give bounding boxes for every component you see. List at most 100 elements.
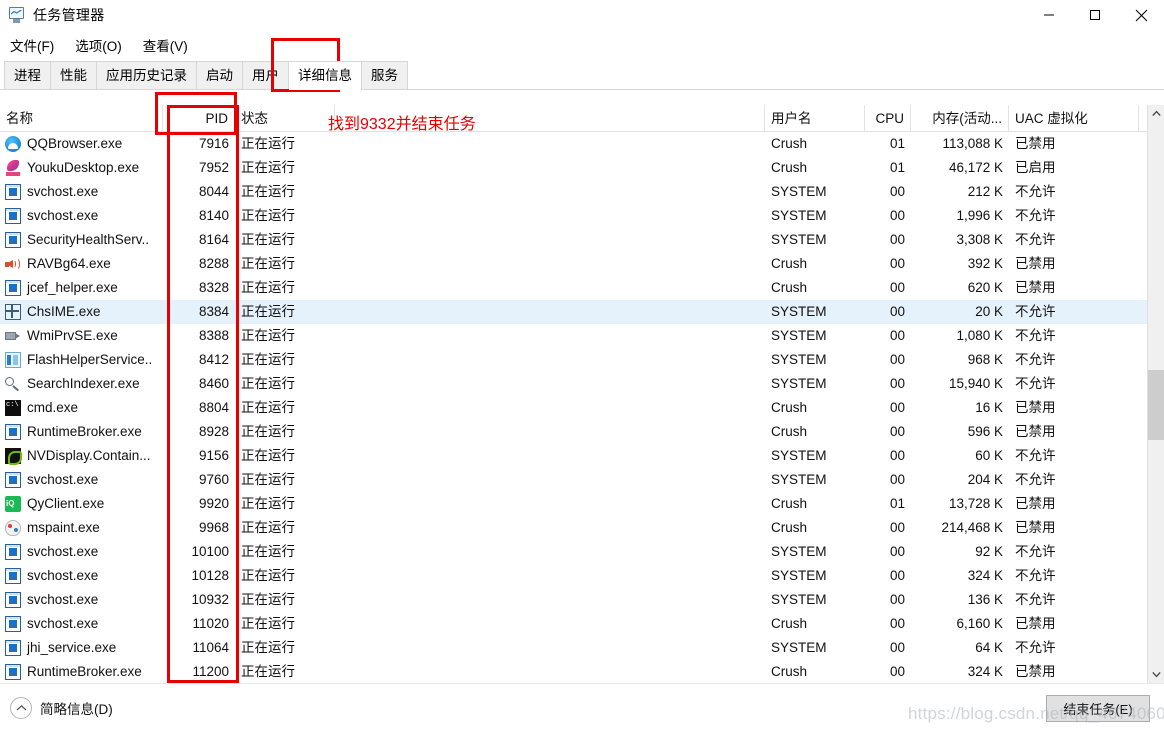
scroll-up-arrow[interactable]	[1148, 105, 1164, 122]
table-row[interactable]: ChsIME.exe 8384 正在运行 SYSTEM 00 20 K 不允许	[0, 300, 1164, 324]
table-row[interactable]: svchost.exe 8140 正在运行 SYSTEM 00 1,996 K 不允许	[0, 204, 1164, 228]
cell-cpu: 00	[889, 352, 905, 367]
column-header-memory[interactable]: 内存(活动...	[911, 105, 1009, 132]
cell-process-name: WmiPrvSE.exe	[0, 324, 163, 348]
cell-pid: 7916	[198, 136, 229, 151]
table-row[interactable]: jcef_helper.exe 8328 正在运行 Crush 00 620 K 已禁用	[0, 276, 1164, 300]
cell-memory: 3,308 K	[956, 232, 1003, 247]
search-icon	[5, 376, 21, 392]
table-body: QQBrowser.exe 7916 正在运行 Crush 01 113,088 K 已禁用…	[0, 132, 1164, 683]
cell-username: SYSTEM	[771, 448, 827, 463]
table-row[interactable]: QyClient.exe 9920 正在运行 Crush 01 13,728 K 已禁用	[0, 492, 1164, 516]
table-row[interactable]: svchost.exe 10100 正在运行 SYSTEM 00 92 K 不允许	[0, 540, 1164, 564]
table-row[interactable]: svchost.exe 11020 正在运行 Crush 00 6,160 K 已禁用	[0, 612, 1164, 636]
cell-status: 正在运行	[241, 544, 295, 559]
table-row[interactable]: NVDisplay.Contain... 9156 正在运行 SYSTEM 00 60 K…	[0, 444, 1164, 468]
vertical-scrollbar[interactable]	[1147, 105, 1164, 683]
column-header-uac[interactable]: UAC 虚拟化	[1009, 105, 1139, 132]
table-row[interactable]: svchost.exe 8044 正在运行 SYSTEM 00 212 K 不允许	[0, 180, 1164, 204]
cell-process-name: SearchIndexer.exe	[0, 372, 163, 396]
table-row[interactable]: RuntimeBroker.exe 8928 正在运行 Crush 00 596 K 已禁用	[0, 420, 1164, 444]
table-row[interactable]: FlashHelperService.. 8412 正在运行 SYSTEM 00 968 …	[0, 348, 1164, 372]
cell-pid: 8044	[198, 184, 229, 199]
cell-pid: 11200	[192, 664, 229, 679]
tab-startup[interactable]: 启动	[196, 61, 243, 89]
nvidia-icon	[5, 448, 22, 465]
tab-performance[interactable]: 性能	[50, 61, 97, 89]
svchost-icon	[5, 544, 21, 560]
cell-username: SYSTEM	[771, 232, 827, 247]
cell-process-name: QQBrowser.exe	[0, 132, 163, 156]
cell-username: SYSTEM	[771, 592, 827, 607]
table-row[interactable]: RAVBg64.exe 8288 正在运行 Crush 00 392 K 已禁用	[0, 252, 1164, 276]
process-name-label: QQBrowser.exe	[27, 136, 123, 151]
process-name-label: WmiPrvSE.exe	[27, 328, 118, 343]
table-row[interactable]: SearchIndexer.exe 8460 正在运行 SYSTEM 00 15,940 …	[0, 372, 1164, 396]
column-header-pid[interactable]: PID	[163, 105, 235, 132]
table-row[interactable]: svchost.exe 10128 正在运行 SYSTEM 00 324 K 不允许	[0, 564, 1164, 588]
process-name-label: svchost.exe	[27, 592, 99, 607]
tab-app-history[interactable]: 应用历史记录	[96, 61, 197, 89]
column-header-username[interactable]: 用户名	[765, 105, 865, 132]
end-task-button[interactable]: 结束任务(E)	[1046, 695, 1150, 722]
column-header-status[interactable]: 状态	[235, 105, 335, 132]
cell-memory: 324 K	[967, 664, 1003, 679]
cell-username: Crush	[771, 256, 808, 271]
scroll-down-arrow[interactable]	[1148, 666, 1164, 683]
process-name-label: QyClient.exe	[27, 496, 105, 511]
cell-process-name: svchost.exe	[0, 180, 163, 204]
maximize-button[interactable]	[1072, 0, 1118, 30]
cell-spacer	[335, 396, 765, 420]
svchost-icon	[5, 472, 21, 488]
table-row[interactable]: jhi_service.exe 11064 正在运行 SYSTEM 00 64 K 不允许	[0, 636, 1164, 660]
cell-uac: 不允许	[1015, 232, 1056, 247]
cell-status: 正在运行	[241, 184, 295, 199]
fewer-details-button[interactable]: 简略信息(D)	[10, 697, 113, 719]
table-row[interactable]: RuntimeBroker.exe 11200 正在运行 Crush 00 324 K 已禁…	[0, 660, 1164, 683]
cell-spacer	[335, 252, 765, 276]
cell-status: 正在运行	[241, 496, 295, 511]
cell-process-name: QyClient.exe	[0, 492, 163, 516]
chevron-up-icon	[10, 697, 32, 719]
cell-uac: 不允许	[1015, 568, 1056, 583]
cell-pid: 9968	[198, 520, 229, 535]
table-row[interactable]: svchost.exe 9760 正在运行 SYSTEM 00 204 K 不允许	[0, 468, 1164, 492]
cell-pid: 11064	[192, 640, 229, 655]
column-header-spacer[interactable]	[335, 105, 765, 132]
scrollbar-thumb[interactable]	[1148, 370, 1164, 440]
menu-view[interactable]: 查看(V)	[139, 33, 198, 57]
cell-username: Crush	[771, 664, 808, 679]
cell-username: SYSTEM	[771, 376, 827, 391]
table-row[interactable]: SecurityHealthServ.. 8164 正在运行 SYSTEM 00 3,30…	[0, 228, 1164, 252]
table-row[interactable]: QQBrowser.exe 7916 正在运行 Crush 01 113,088 K 已禁用	[0, 132, 1164, 156]
close-button[interactable]	[1118, 0, 1164, 30]
minimize-button[interactable]	[1026, 0, 1072, 30]
tab-users[interactable]: 用户	[242, 61, 289, 89]
chevron-down-icon	[1152, 671, 1161, 678]
table-row[interactable]: mspaint.exe 9968 正在运行 Crush 00 214,468 K 已禁用	[0, 516, 1164, 540]
cell-pid: 8164	[198, 232, 229, 247]
cell-spacer	[335, 516, 765, 540]
cell-status: 正在运行	[241, 376, 295, 391]
cell-spacer	[335, 564, 765, 588]
tab-details[interactable]: 详细信息	[288, 61, 362, 90]
cell-status: 正在运行	[241, 640, 295, 655]
cell-pid: 9920	[198, 496, 229, 511]
table-row[interactable]: svchost.exe 10932 正在运行 SYSTEM 00 136 K 不允许	[0, 588, 1164, 612]
column-header-name[interactable]: 名称	[0, 105, 163, 132]
tab-processes[interactable]: 进程	[4, 61, 51, 89]
column-header-cpu[interactable]: CPU	[865, 105, 911, 132]
menu-file[interactable]: 文件(F)	[6, 33, 64, 57]
table-row[interactable]: cmd.exe 8804 正在运行 Crush 00 16 K 已禁用	[0, 396, 1164, 420]
table-row[interactable]: YoukuDesktop.exe 7952 正在运行 Crush 01 46,172 K 已…	[0, 156, 1164, 180]
process-name-label: svchost.exe	[27, 472, 99, 487]
table-row[interactable]: WmiPrvSE.exe 8388 正在运行 SYSTEM 00 1,080 K 不允许	[0, 324, 1164, 348]
tab-services[interactable]: 服务	[361, 61, 408, 89]
svchost-icon	[5, 232, 21, 248]
cell-status: 正在运行	[241, 304, 295, 319]
menu-options[interactable]: 选项(O)	[71, 33, 132, 57]
cell-uac: 不允许	[1015, 448, 1056, 463]
cell-uac: 不允许	[1015, 376, 1056, 391]
cell-pid: 10128	[191, 568, 229, 583]
cell-pid: 8328	[198, 280, 229, 295]
